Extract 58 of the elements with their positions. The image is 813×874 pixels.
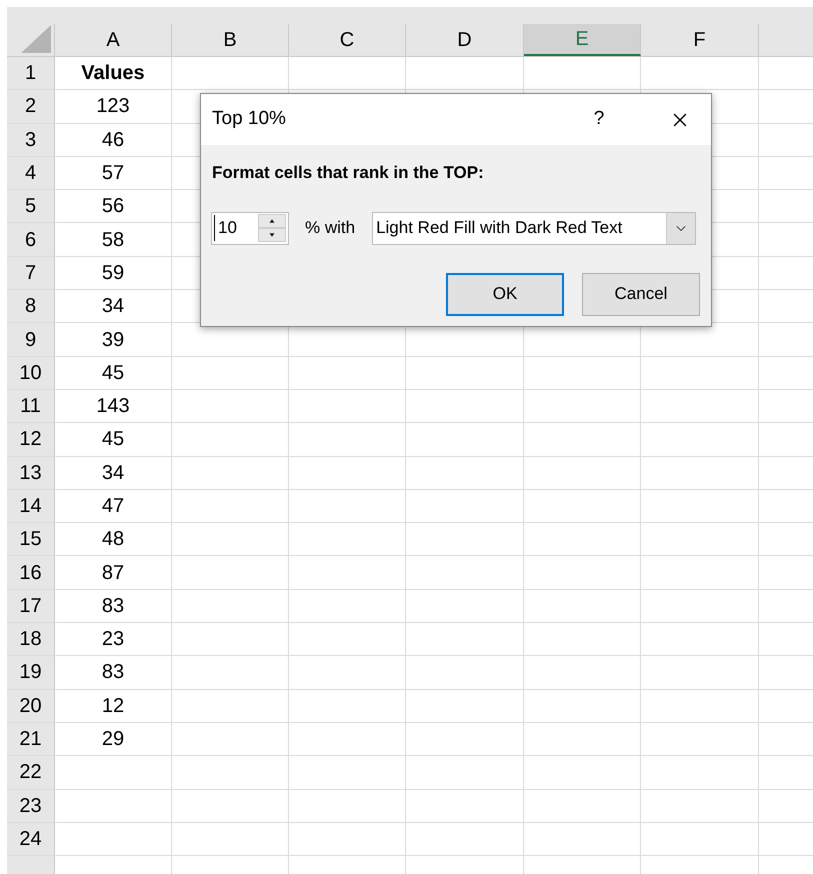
table-cell-text: 83 bbox=[102, 594, 124, 619]
table-cell-text: 23 bbox=[102, 627, 124, 652]
row-header[interactable]: 19 bbox=[7, 656, 55, 689]
column-header[interactable]: E bbox=[524, 24, 641, 56]
with-label: % with bbox=[305, 217, 356, 240]
table-cell-text: Values bbox=[81, 61, 145, 86]
table-cell-text: 48 bbox=[102, 527, 124, 552]
table-cell-text: 46 bbox=[102, 128, 124, 153]
row-header[interactable]: 21 bbox=[7, 722, 55, 756]
row-header[interactable]: 3 bbox=[7, 124, 55, 156]
row-header[interactable]: 12 bbox=[7, 423, 55, 456]
column-header[interactable]: A bbox=[55, 24, 172, 56]
row-header[interactable]: 18 bbox=[7, 623, 55, 656]
table-cell-text: 57 bbox=[102, 161, 124, 186]
row-header[interactable]: 15 bbox=[7, 523, 55, 556]
spinner-field[interactable]: 10 bbox=[211, 212, 289, 244]
ok-button[interactable]: OK bbox=[446, 272, 564, 316]
row-header[interactable]: 8 bbox=[7, 290, 55, 322]
table-cell-text: 83 bbox=[102, 660, 124, 686]
row-header[interactable]: 7 bbox=[7, 256, 55, 290]
dialog-title: Top 10% bbox=[212, 107, 287, 132]
help-button[interactable]: ? bbox=[587, 105, 611, 134]
table-cell-text: 12 bbox=[102, 694, 124, 719]
table-cell-text: 56 bbox=[102, 194, 124, 220]
row-header[interactable]: 24 bbox=[7, 822, 55, 856]
row-header[interactable]: 20 bbox=[7, 690, 55, 722]
row-header[interactable]: 1 bbox=[7, 57, 55, 90]
table-cell-text: 59 bbox=[102, 260, 124, 286]
column-header[interactable]: B bbox=[172, 24, 289, 56]
table-cell-text: 39 bbox=[102, 328, 124, 353]
row-header[interactable]: 9 bbox=[7, 323, 55, 356]
row-header[interactable]: 5 bbox=[7, 190, 55, 222]
table-cell-text: 47 bbox=[102, 494, 124, 519]
row-header[interactable]: 6 bbox=[7, 223, 55, 256]
row-header[interactable]: 4 bbox=[7, 156, 55, 190]
table-cell-text: 58 bbox=[102, 228, 124, 253]
table-cell-text: 34 bbox=[102, 460, 124, 486]
table-cell-text: 87 bbox=[102, 560, 124, 586]
row-header[interactable]: 11 bbox=[7, 390, 55, 422]
table-cell-text: 29 bbox=[102, 727, 124, 752]
cancel-button[interactable]: Cancel bbox=[582, 272, 700, 316]
table-cell-text: 45 bbox=[102, 360, 124, 386]
row-header[interactable]: 14 bbox=[7, 490, 55, 522]
column-header[interactable]: C bbox=[289, 24, 406, 56]
row-header[interactable]: 17 bbox=[7, 590, 55, 622]
column-header[interactable]: F bbox=[641, 24, 759, 56]
row-header[interactable]: 13 bbox=[7, 456, 55, 489]
row-header[interactable]: 2 bbox=[7, 90, 55, 123]
table-cell-text: 34 bbox=[102, 294, 124, 320]
table-cell-text: 143 bbox=[96, 394, 130, 420]
row-header[interactable]: 10 bbox=[7, 356, 55, 389]
row-header[interactable]: 23 bbox=[7, 790, 55, 822]
table-cell-text: 123 bbox=[96, 94, 130, 120]
row-header[interactable]: 22 bbox=[7, 756, 55, 789]
row-header[interactable]: 16 bbox=[7, 556, 55, 589]
format-dropdown[interactable]: Light Red Fill with Dark Red Text bbox=[372, 212, 696, 244]
dialog-heading: Format cells that rank in the TOP: bbox=[212, 162, 485, 184]
table-cell-text: 45 bbox=[102, 427, 124, 452]
